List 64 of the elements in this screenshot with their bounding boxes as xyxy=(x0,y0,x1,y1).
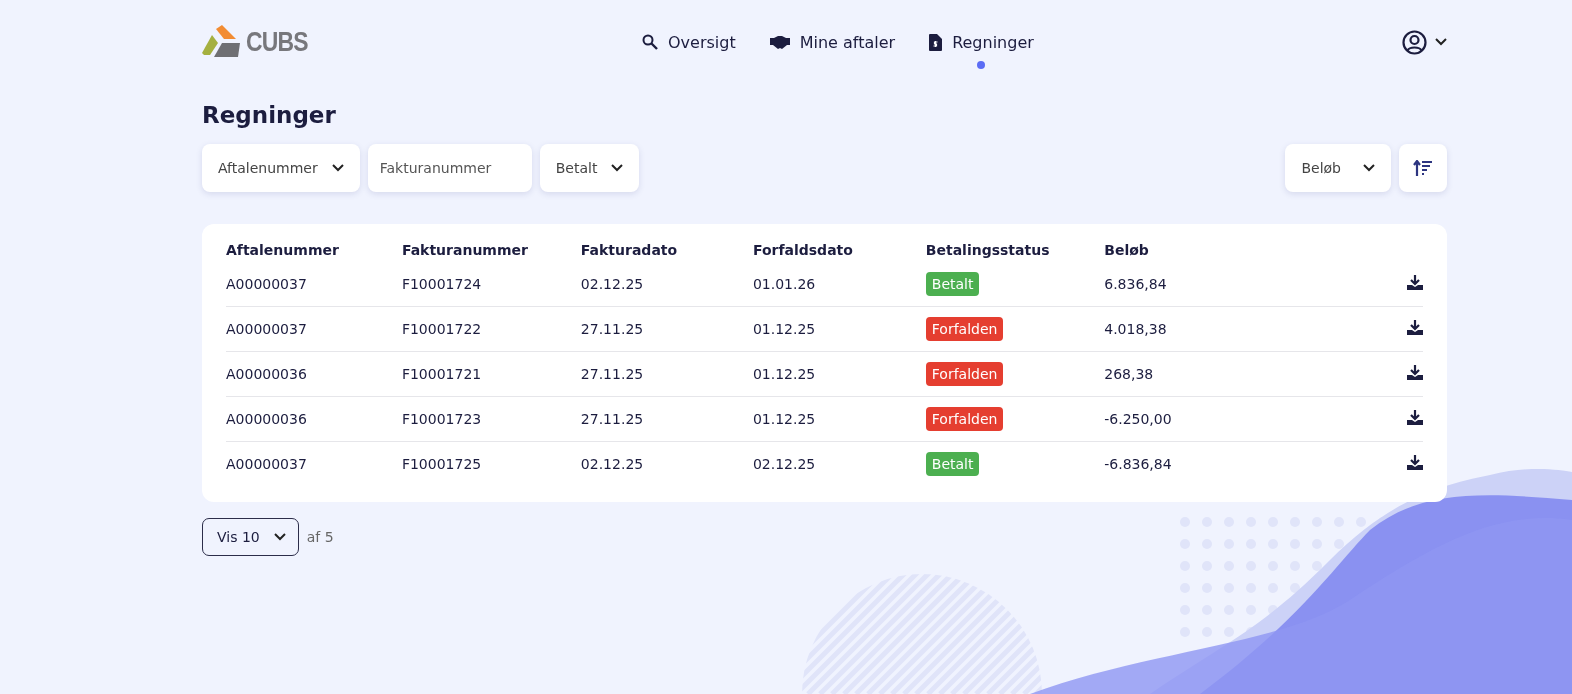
chevron-down-icon xyxy=(1363,164,1375,172)
status-badge: Forfalden xyxy=(925,317,1004,341)
chevron-down-icon xyxy=(273,533,286,541)
page-title: Regninger xyxy=(202,102,337,128)
search-icon xyxy=(642,34,658,50)
status-badge: Betalt xyxy=(925,272,980,296)
table-cell: 01.12.25 xyxy=(752,366,816,382)
table-cell: 27.11.25 xyxy=(580,411,644,427)
table-cell: 4.018,38 xyxy=(1104,321,1167,337)
chevron-down-icon xyxy=(611,164,624,172)
page-size-dropdown[interactable]: Vis 10 xyxy=(202,518,299,556)
table-cell: F10001722 xyxy=(401,321,482,337)
nav-link[interactable]: Mine aftaler xyxy=(769,15,896,69)
table-cell: F10001725 xyxy=(401,456,482,472)
filter-dropdown[interactable]: Aftalenummer xyxy=(202,144,360,192)
table-cell: A00000036 xyxy=(226,411,307,427)
status-badge: Forfalden xyxy=(925,362,1004,386)
status-badge: Betalt xyxy=(925,452,980,476)
logo-icon xyxy=(202,25,242,59)
download-icon[interactable] xyxy=(1407,320,1423,335)
table-cell: 01.12.25 xyxy=(752,411,816,427)
chevron-down-icon xyxy=(331,164,344,172)
nav-link[interactable]: Oversigt xyxy=(642,15,736,69)
column-header: Fakturadato xyxy=(580,241,679,260)
handshake-icon xyxy=(769,35,790,49)
column-header: Fakturanummer xyxy=(401,241,529,260)
invoice-icon xyxy=(929,33,943,51)
column-header: Aftalenummer xyxy=(226,241,340,260)
download-icon[interactable] xyxy=(1407,410,1423,425)
table-cell: A00000037 xyxy=(226,321,307,337)
total-count: af 5 xyxy=(306,529,334,545)
table-cell: -6.250,00 xyxy=(1104,411,1172,427)
filter-dropdown[interactable]: Betalt xyxy=(539,144,640,192)
sort-direction-button[interactable] xyxy=(1399,144,1447,192)
table-cell: A00000037 xyxy=(226,276,307,292)
table-cell: 01.01.26 xyxy=(752,276,816,292)
download-icon[interactable] xyxy=(1407,275,1423,290)
nav-link[interactable]: Regninger xyxy=(929,15,1034,69)
table-cell: 6.836,84 xyxy=(1104,276,1167,292)
column-header: Beløb xyxy=(1104,241,1150,260)
chevron-down-icon xyxy=(1435,38,1447,46)
table-cell: A00000036 xyxy=(226,366,307,382)
table-cell: 27.11.25 xyxy=(580,321,644,337)
table-cell: 02.12.25 xyxy=(580,456,644,472)
user-avatar-icon xyxy=(1402,29,1427,55)
table-cell: 02.12.25 xyxy=(580,276,644,292)
table-cell: F10001723 xyxy=(401,411,482,427)
table-cell: A00000037 xyxy=(226,456,307,472)
table-cell: F10001724 xyxy=(401,276,482,292)
search-field[interactable]: Fakturanummer xyxy=(367,144,532,192)
table-cell: -6.836,84 xyxy=(1104,456,1172,472)
column-header: Forfaldsdato xyxy=(752,241,854,260)
status-badge: Forfalden xyxy=(925,407,1004,431)
table-cell: 02.12.25 xyxy=(752,456,816,472)
table-cell: 268,38 xyxy=(1104,366,1154,382)
table-cell: 27.11.25 xyxy=(580,366,644,382)
column-header: Betalingsstatus xyxy=(925,241,1051,260)
table-cell: 01.12.25 xyxy=(752,321,816,337)
download-icon[interactable] xyxy=(1407,455,1423,470)
table-cell: F10001721 xyxy=(401,366,482,382)
sort-ascending-icon xyxy=(1413,160,1433,176)
logo-text: CUBS xyxy=(246,26,308,58)
download-icon[interactable] xyxy=(1407,365,1423,380)
sort-dropdown[interactable]: Beløb xyxy=(1285,144,1391,192)
